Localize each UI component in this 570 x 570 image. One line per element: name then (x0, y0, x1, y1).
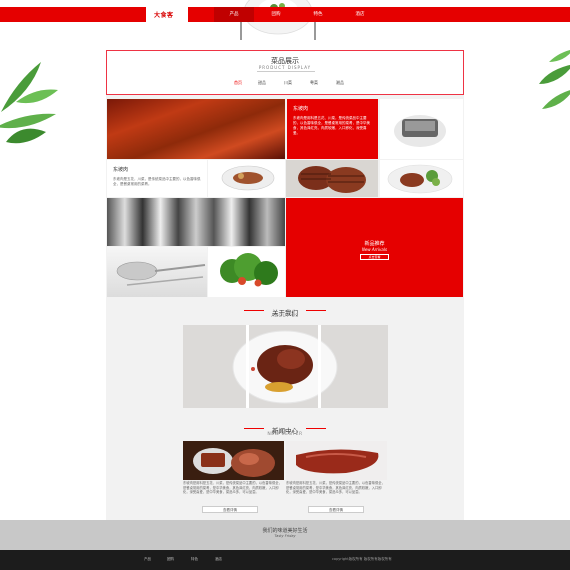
dish-image-small-plate[interactable] (208, 160, 285, 197)
site-logo[interactable]: 大食客 (146, 3, 188, 27)
about-line-left (244, 310, 264, 311)
footer-nav-groupbuy[interactable]: 团购 (167, 557, 174, 562)
new-arrivals-card[interactable]: 新品推荐 New Arrivals 点击查看 (286, 198, 463, 297)
footer-logo-subtext: Tasty Friday (274, 534, 296, 538)
dish-card-white[interactable]: 东坡肉 东坡肉是五花，川菜，是传统菜品中主要的，以色香味俱全，是餐桌常用的菜肴。 (107, 160, 207, 197)
dish-description: 东坡肉是用料是五花、川菜，是传统菜品中主要的，以色香味俱全，是餐桌常用的菜肴，是… (293, 116, 370, 135)
spoon-image (116, 261, 206, 286)
news-more-button-2[interactable]: 查看详情 (308, 506, 364, 513)
about-plate-image (232, 330, 338, 404)
tab-hunan[interactable]: 湘品 (331, 79, 349, 87)
dish-card-red[interactable]: 东坡肉 东坡肉是用料是五花、川菜，是传统菜品中主要的，以色香味俱全，是餐桌常用的… (287, 99, 378, 159)
footer-nav-features[interactable]: 特色 (191, 557, 198, 562)
divider (257, 71, 315, 72)
dish-image-steak-salad[interactable] (380, 160, 463, 197)
dish-image-braised-pork[interactable] (107, 99, 285, 159)
tab-dessert[interactable]: 甜品 (253, 79, 271, 87)
nav-item-hotel[interactable]: 酒店 (340, 7, 380, 22)
display-subtitle: PRODUCT DISPLAY (258, 65, 312, 70)
footer-bar (0, 550, 570, 570)
dish-image-spoon[interactable] (107, 247, 207, 297)
nav-item-features[interactable]: 特色 (298, 7, 338, 22)
steak-salad-image (387, 164, 453, 194)
leaf-decoration-left (0, 62, 58, 144)
about-strip-divider (246, 325, 249, 408)
news-subtitle: NEW CENTER (267, 432, 303, 437)
new-arrivals-button[interactable]: 点击查看 (360, 254, 389, 260)
dish-description-2: 东坡肉是五花，川菜，是传统菜品中主要的，以色香味俱全，是餐桌常用的菜肴。 (113, 177, 201, 186)
footer-nav-hotel[interactable]: 酒店 (215, 557, 222, 562)
nav-item-products[interactable]: 产品 (214, 7, 254, 22)
small-plate-image (221, 165, 275, 191)
dish-title: 东坡肉 (293, 106, 309, 112)
leaf-decoration-right (539, 49, 570, 109)
footer-nav-products[interactable]: 产品 (144, 557, 151, 562)
dish-image-grilled-steaks[interactable] (286, 160, 378, 197)
dish-image-forks[interactable] (107, 198, 285, 246)
dish-image-steak-plate[interactable] (380, 99, 463, 159)
news-more-button-1[interactable]: 查看详情 (202, 506, 258, 513)
about-strip-divider (318, 325, 321, 408)
about-subtitle: ABOUT US (271, 314, 299, 319)
news-image-2-food (286, 441, 387, 480)
vegetables-image (220, 253, 278, 287)
footer-logo-text: 我们的味道美好生活 (262, 528, 308, 534)
news-text-1: 东坡肉是用料是五花、川菜，是传统菜品中主要的，以色香味俱全，是餐桌常用的菜肴，是… (183, 481, 282, 495)
about-line-right (306, 310, 326, 311)
news-image-2[interactable] (286, 441, 387, 480)
tab-home[interactable]: 首页 (229, 79, 247, 87)
nav-item-groupbuy[interactable]: 团购 (256, 7, 296, 22)
dish-image-vegetables[interactable] (208, 247, 285, 297)
footer-copyright: copyright版权所有 版权所有版权所有 (332, 557, 392, 561)
logo-text: 大食客 (154, 12, 174, 19)
about-image (183, 325, 388, 408)
grilled-steaks-image (298, 166, 366, 193)
news-text-2: 东坡肉是用料是五花、川菜，是传统菜品中主要的，以色香味俱全，是餐桌常用的菜肴，是… (286, 481, 385, 495)
new-arrivals-subtitle: New Arrivals (361, 247, 388, 252)
news-image-1-food (183, 441, 284, 480)
steak-plate-image (394, 115, 446, 147)
new-arrivals-title: 新品推荐 (364, 241, 385, 247)
news-line-left (244, 428, 264, 429)
dish-title-2: 东坡肉 (113, 167, 129, 173)
tab-cantonese[interactable]: 粤菜 (305, 79, 323, 87)
product-display-header: 菜品展示 PRODUCT DISPLAY 首页 甜品 川菜 粤菜 湘品 (106, 50, 464, 95)
news-line-right (306, 428, 326, 429)
tab-sichuan[interactable]: 川菜 (279, 79, 297, 87)
news-image-1[interactable] (183, 441, 284, 480)
